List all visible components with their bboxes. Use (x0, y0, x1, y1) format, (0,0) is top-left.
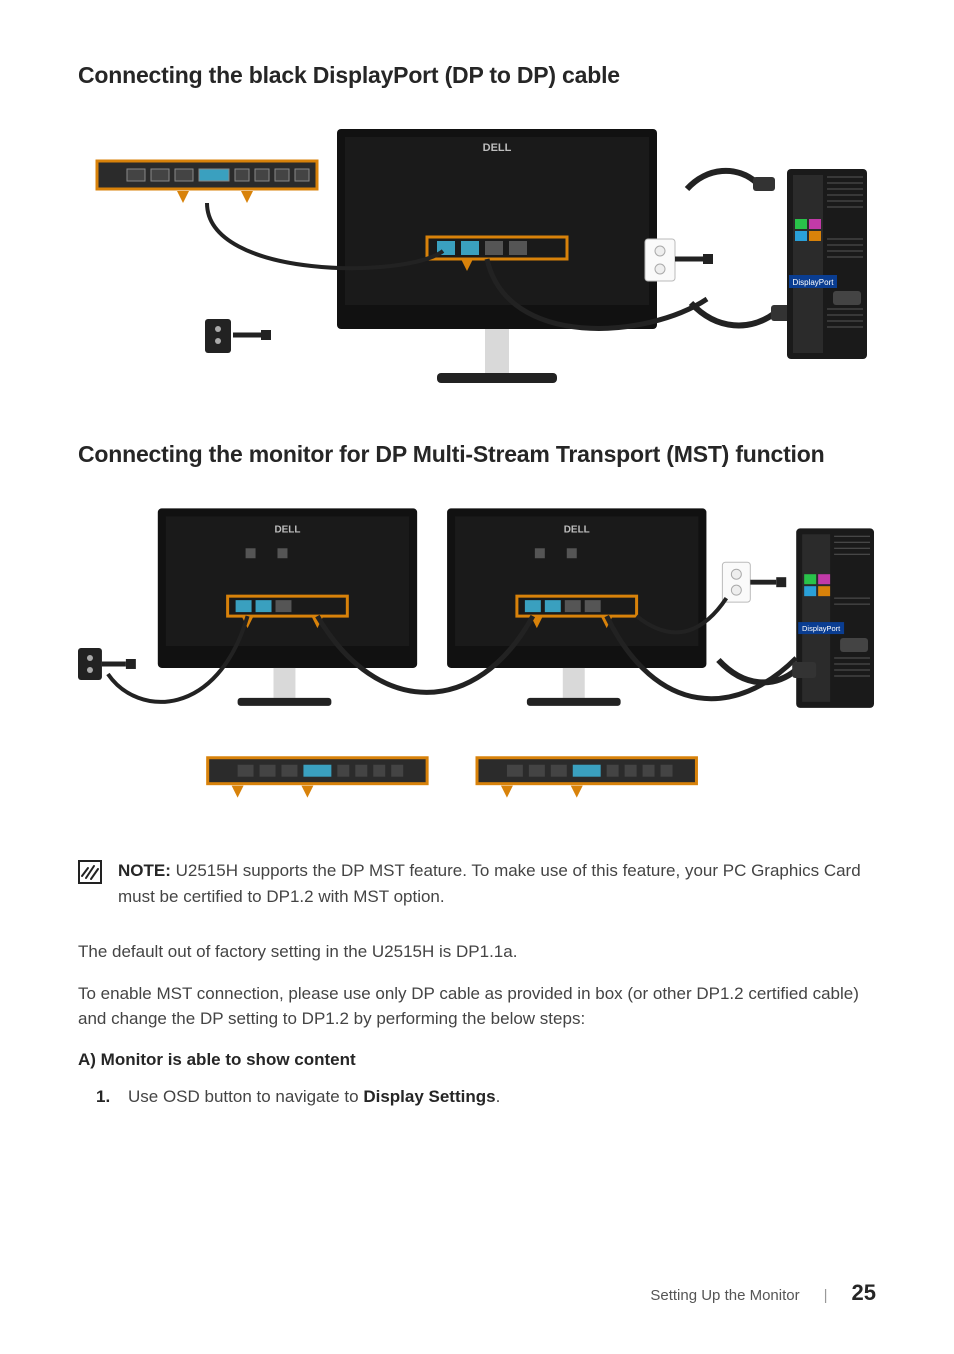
page-footer: Setting Up the Monitor | 25 (78, 1280, 876, 1306)
svg-text:DELL: DELL (483, 142, 512, 154)
step-1-pre: Use OSD button to navigate to (128, 1087, 363, 1106)
steps-list: 1. Use OSD button to navigate to Display… (78, 1084, 876, 1110)
footer-section: Setting Up the Monitor (650, 1287, 799, 1304)
footer-sep: | (824, 1287, 828, 1304)
footer-page-number: 25 (852, 1280, 876, 1306)
step-1-number: 1. (96, 1084, 114, 1110)
note-block: NOTE: U2515H supports the DP MST feature… (78, 858, 876, 909)
step-1-post: . (496, 1087, 501, 1106)
svg-text:DisplayPort: DisplayPort (802, 624, 841, 633)
subheading-a: A) Monitor is able to show content (78, 1050, 876, 1070)
figure-mst: DELL DELL (78, 498, 876, 818)
svg-text:DisplayPort: DisplayPort (793, 278, 835, 287)
note-label: NOTE: (118, 861, 171, 880)
note-text: NOTE: U2515H supports the DP MST feature… (118, 858, 876, 909)
figure-dp-to-dp: DELL (78, 119, 876, 399)
para-enable-mst: To enable MST connection, please use onl… (78, 981, 876, 1032)
note-body: U2515H supports the DP MST feature. To m… (118, 861, 861, 906)
svg-text:DELL: DELL (564, 524, 590, 535)
step-1: 1. Use OSD button to navigate to Display… (96, 1084, 876, 1110)
para-default-setting: The default out of factory setting in th… (78, 939, 876, 965)
svg-text:DELL: DELL (274, 524, 300, 535)
step-1-bold: Display Settings (363, 1087, 495, 1106)
heading-mst: Connecting the monitor for DP Multi-Stre… (78, 439, 876, 470)
note-icon (78, 860, 102, 889)
heading-dp-cable: Connecting the black DisplayPort (DP to … (78, 60, 876, 91)
